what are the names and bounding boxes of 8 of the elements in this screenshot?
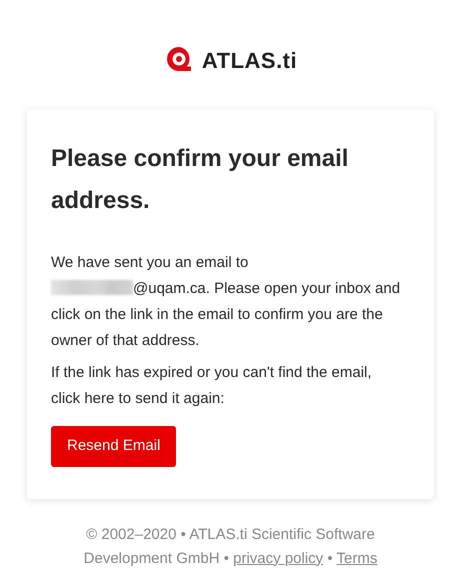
resend-email-button[interactable]: Resend Email bbox=[51, 426, 176, 466]
message-text: We have sent you an email to @uqam.ca. Please open your inbox and click on the link in the email to confirm you are the owner of that address. bbox=[51, 253, 402, 351]
page-title: Please confirm your email address. bbox=[51, 144, 350, 216]
logo-text: ATLAS.ti bbox=[202, 47, 298, 75]
footer-link[interactable]: Terms bbox=[336, 550, 378, 566]
copyright-text: © 2002–2020 • ATLAS.ti Scientific Software Development GmbH • privacy policy • Terms bbox=[82, 524, 378, 568]
footer-link[interactable]: privacy policy bbox=[233, 550, 324, 566]
resend-hint: If the link has expired or you can't find the email, click here to send it again: bbox=[51, 363, 373, 409]
